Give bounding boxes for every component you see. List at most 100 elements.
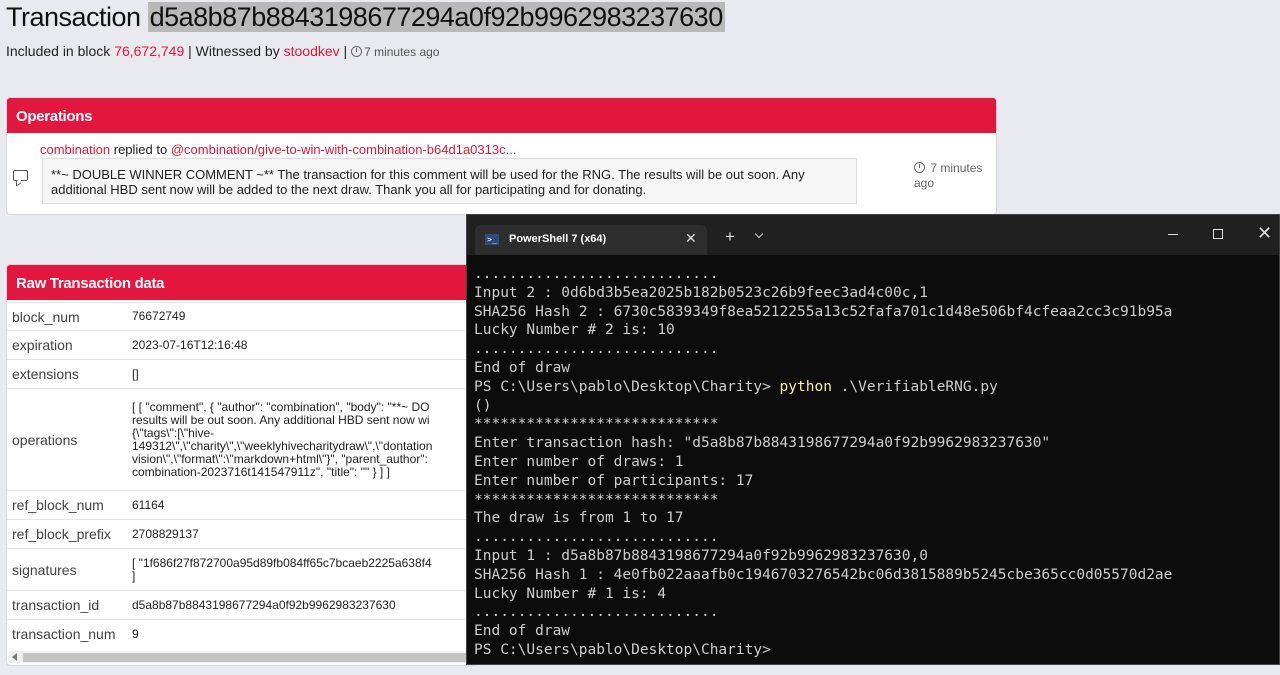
line-text: ............................: [474, 604, 719, 621]
terminal-line: PS C:\Users\pablo\Desktop\Charity> pytho…: [474, 378, 1279, 397]
new-tab-icon[interactable]: +: [725, 227, 735, 247]
line-text: (): [474, 397, 492, 414]
line-text: End of draw: [474, 359, 571, 376]
row-key: operations: [7, 388, 127, 491]
value-line: {\"tags\":[\"hive-: [132, 425, 215, 440]
row-key: signatures: [7, 548, 127, 591]
row-key: block_num: [7, 302, 127, 331]
line-text: The draw is from 1 to 17: [474, 510, 684, 527]
table-row: signatures [ "1f686f27f872700a95d89fb084…: [7, 548, 477, 591]
table-row: transaction_id d5a8b87b8843198677294a0f9…: [7, 590, 477, 620]
line-text: ............................: [474, 529, 719, 546]
parent-post-link[interactable]: @combination/give-to-win-with-combinatio…: [171, 142, 517, 157]
maximize-icon[interactable]: [1213, 229, 1223, 239]
line-text: ............................: [474, 341, 719, 358]
included-label: Included in block: [6, 43, 111, 59]
raw-transaction-panel: Raw Transaction data block_num 76672749 …: [6, 264, 478, 666]
value-line: results will be out soon. Any additional…: [132, 412, 430, 427]
terminal-line: ............................: [474, 265, 1279, 284]
terminal-line: PS C:\Users\pablo\Desktop\Charity>: [474, 641, 1279, 660]
terminal-output[interactable]: ............................ Input 2 : 0d…: [474, 265, 1279, 660]
terminal-line: (): [474, 397, 1279, 416]
row-value: [ [ "comment", { "author": "combination"…: [127, 388, 477, 491]
value-line: [ [ "comment", { "author": "combination"…: [132, 399, 430, 414]
terminal-line: Input 1 : d5a8b87b8843198677294a0f92b996…: [474, 547, 1279, 566]
line-text: Enter number of draws: 1: [474, 453, 684, 470]
tab-title: PowerShell 7 (x64): [509, 233, 607, 245]
separator: |: [339, 43, 352, 59]
comment-icon: [13, 170, 28, 181]
powershell-icon: >_: [485, 234, 499, 245]
line-text: PS C:\Users\pablo\Desktop\Charity>: [474, 378, 780, 395]
clock-icon: [351, 46, 363, 57]
terminal-line: Enter number of participants: 17: [474, 472, 1279, 491]
terminal-line: ............................: [474, 603, 1279, 622]
separator: | Witnessed by: [184, 43, 284, 59]
row-value: 9: [127, 619, 477, 649]
tab-close-icon[interactable]: ✕: [685, 230, 697, 247]
scroll-left-arrow-icon[interactable]: [12, 653, 17, 661]
terminal-line: Enter transaction hash: "d5a8b87b8843198…: [474, 434, 1279, 453]
terminal-line: SHA256 Hash 1 : 4e0fb022aaafb0c194670327…: [474, 566, 1279, 585]
terminal-line: ****************************: [474, 491, 1279, 510]
title-prefix: Transaction: [6, 2, 141, 32]
value-line: [ "1f686f27f872700a95d89fb084ff65c7bcaeb…: [132, 555, 432, 570]
row-value: [ "1f686f27f872700a95d89fb084ff65c7bcaeb…: [127, 548, 477, 591]
row-key: expiration: [7, 330, 127, 360]
terminal-line: End of draw: [474, 359, 1279, 378]
raw-transaction-heading: Raw Transaction data: [7, 265, 477, 300]
close-icon[interactable]: ✕: [1257, 223, 1272, 244]
table-row: block_num 76672749: [7, 302, 477, 331]
row-key: extensions: [7, 359, 127, 389]
terminal-line: End of draw: [474, 622, 1279, 641]
value-line: vision\",\"format\":\"markdown+html\"}",…: [132, 451, 428, 466]
witness-link[interactable]: stoodkev: [284, 43, 340, 59]
table-row: operations [ [ "comment", { "author": "c…: [7, 388, 477, 491]
window-titlebar[interactable]: >_ PowerShell 7 (x64) ✕ + ✕: [467, 215, 1279, 255]
operations-panel: Operations combination replied to @combi…: [6, 97, 997, 215]
row-value: 2708829137: [127, 519, 477, 549]
line-text: Enter transaction hash: "d5a8b87b8843198…: [474, 435, 1051, 452]
row-value: 2023-07-16T12:16:48: [127, 330, 477, 360]
operations-heading: Operations: [7, 98, 996, 133]
table-row: expiration 2023-07-16T12:16:48: [7, 330, 477, 360]
row-key: transaction_num: [7, 619, 127, 649]
block-link[interactable]: 76,672,749: [114, 43, 184, 59]
line-text: Enter number of participants: 17: [474, 472, 754, 489]
value-line: ]: [132, 568, 136, 583]
line-text: End of draw: [474, 623, 571, 640]
row-key: ref_block_prefix: [7, 519, 127, 549]
row-value: d5a8b87b8843198677294a0f92b9962983237630: [127, 590, 477, 620]
line-text: Input 1 : d5a8b87b8843198677294a0f92b996…: [474, 547, 928, 564]
operation-time: 7 minutes ago: [914, 161, 994, 191]
terminal-line: Enter number of draws: 1: [474, 453, 1279, 472]
terminal-line: SHA256 Hash 2 : 6730c5839349f8ea5212255a…: [474, 303, 1279, 322]
terminal-tab[interactable]: >_ PowerShell 7 (x64) ✕: [475, 225, 707, 255]
terminal-line: Lucky Number # 1 is: 4: [474, 585, 1279, 604]
powershell-window[interactable]: >_ PowerShell 7 (x64) ✕ + ✕ ............…: [466, 214, 1280, 665]
command-args: .\VerifiableRNG.py: [831, 378, 998, 395]
row-value: []: [127, 359, 477, 389]
minimize-icon[interactable]: [1168, 234, 1178, 235]
terminal-line: ............................: [474, 528, 1279, 547]
line-text: ****************************: [474, 491, 719, 508]
table-row: transaction_num 9: [7, 619, 477, 649]
scrollbar-thumb[interactable]: [23, 653, 473, 662]
line-text: SHA256 Hash 2 : 6730c5839349f8ea5212255a…: [474, 303, 1173, 320]
replied-to-label: replied to: [113, 142, 168, 157]
transaction-hash: d5a8b87b8843198677294a0f92b9962983237630: [147, 2, 725, 32]
line-text: Input 2 : 0d6bd3b5ea2025b182b0523c26b9fe…: [474, 284, 928, 301]
terminal-line: Lucky Number # 2 is: 10: [474, 321, 1279, 340]
row-key: transaction_id: [7, 590, 127, 620]
terminal-line: ****************************: [474, 415, 1279, 434]
line-text: PS C:\Users\pablo\Desktop\Charity>: [474, 641, 771, 658]
comment-body: **~ DOUBLE WINNER COMMENT ~** The transa…: [42, 158, 857, 204]
terminal-line: ............................: [474, 340, 1279, 359]
author-link[interactable]: combination: [40, 142, 110, 157]
horizontal-scrollbar[interactable]: [9, 651, 475, 663]
page-title: Transaction d5a8b87b8843198677294a0f92b9…: [6, 2, 725, 33]
line-text: ............................: [474, 266, 719, 282]
value-line: combination-2023716t141547911z", "title"…: [132, 464, 390, 479]
line-text: SHA256 Hash 1 : 4e0fb022aaafb0c194670327…: [474, 566, 1173, 583]
chevron-down-icon[interactable]: [754, 229, 764, 239]
